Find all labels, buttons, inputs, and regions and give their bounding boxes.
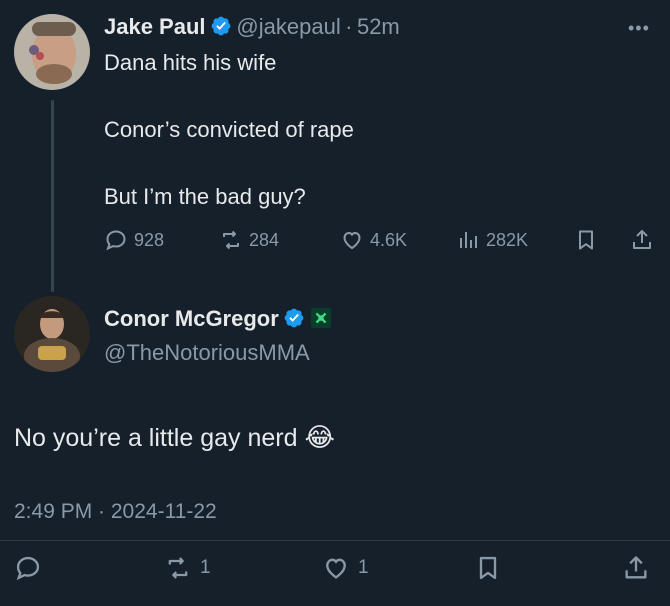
retweet-button[interactable]: 1 xyxy=(164,554,211,582)
tweet2-header: Conor McGregor xyxy=(104,306,332,332)
verified-icon xyxy=(211,16,231,36)
share-button[interactable] xyxy=(622,554,658,582)
avatar-jake-paul[interactable] xyxy=(14,14,90,90)
separator: · xyxy=(345,14,353,39)
retweet-icon xyxy=(223,230,239,250)
tweet-timestamp[interactable]: 2:49 PM · 2024-11-22 xyxy=(14,500,217,524)
like-button[interactable]: 4.6K xyxy=(340,228,407,252)
like-button[interactable]: 1 xyxy=(322,554,369,582)
author-handle[interactable]: @TheNotoriousMMA xyxy=(104,340,310,366)
bookmark-icon xyxy=(479,556,497,580)
retweet-count: 284 xyxy=(249,229,280,250)
more-icon[interactable]: ••• xyxy=(628,18,650,39)
tweet2-action-bar: 1 1 xyxy=(0,554,670,590)
like-icon xyxy=(326,558,346,579)
thread-line xyxy=(51,100,54,292)
bookmark-button[interactable] xyxy=(474,554,510,582)
reply-button[interactable] xyxy=(14,554,50,582)
tweet1-line-3: But I’m the bad guy? xyxy=(104,184,306,209)
share-icon xyxy=(633,230,651,249)
reply-icon xyxy=(16,556,40,581)
like-count: 1 xyxy=(358,557,369,578)
share-button[interactable] xyxy=(630,228,660,252)
divider xyxy=(0,540,670,541)
retweet-icon xyxy=(168,557,188,579)
tweet1-action-bar: 928 284 4.6K 282K xyxy=(104,228,660,256)
reply-icon xyxy=(106,230,126,251)
bookmark-icon xyxy=(579,230,593,250)
reply-button[interactable]: 928 xyxy=(104,228,164,252)
author-name[interactable]: Conor McGregor xyxy=(104,306,279,331)
tweet1-header: Jake Paul @jakepaul · 52m xyxy=(104,14,400,40)
views-count: 282K xyxy=(486,229,529,250)
affiliate-badge-icon[interactable] xyxy=(310,307,332,329)
laughing-emoji-icon: 😂 xyxy=(304,422,335,452)
time-ago[interactable]: 52m xyxy=(357,14,400,39)
reply-count: 928 xyxy=(134,229,165,250)
verified-icon xyxy=(284,308,304,328)
tweet2-text-line: No you’re a little gay nerd 😂 xyxy=(14,422,335,453)
avatar-conor-mcgregor[interactable] xyxy=(14,296,90,372)
retweet-count: 1 xyxy=(200,557,211,578)
like-count: 4.6K xyxy=(370,229,408,250)
author-name[interactable]: Jake Paul xyxy=(104,14,206,39)
tweet2-text: No you’re a little gay nerd xyxy=(14,424,298,452)
bookmark-button[interactable] xyxy=(574,228,604,252)
retweet-button[interactable]: 284 xyxy=(219,228,279,252)
views-icon xyxy=(460,232,477,248)
like-icon xyxy=(343,231,361,250)
tweet1-line-2: Conor’s convicted of rape xyxy=(104,117,354,142)
share-icon xyxy=(625,556,647,579)
tweet1-line-1: Dana hits his wife xyxy=(104,50,277,75)
author-handle[interactable]: @jakepaul xyxy=(236,14,340,39)
views-button[interactable]: 282K xyxy=(456,228,528,252)
